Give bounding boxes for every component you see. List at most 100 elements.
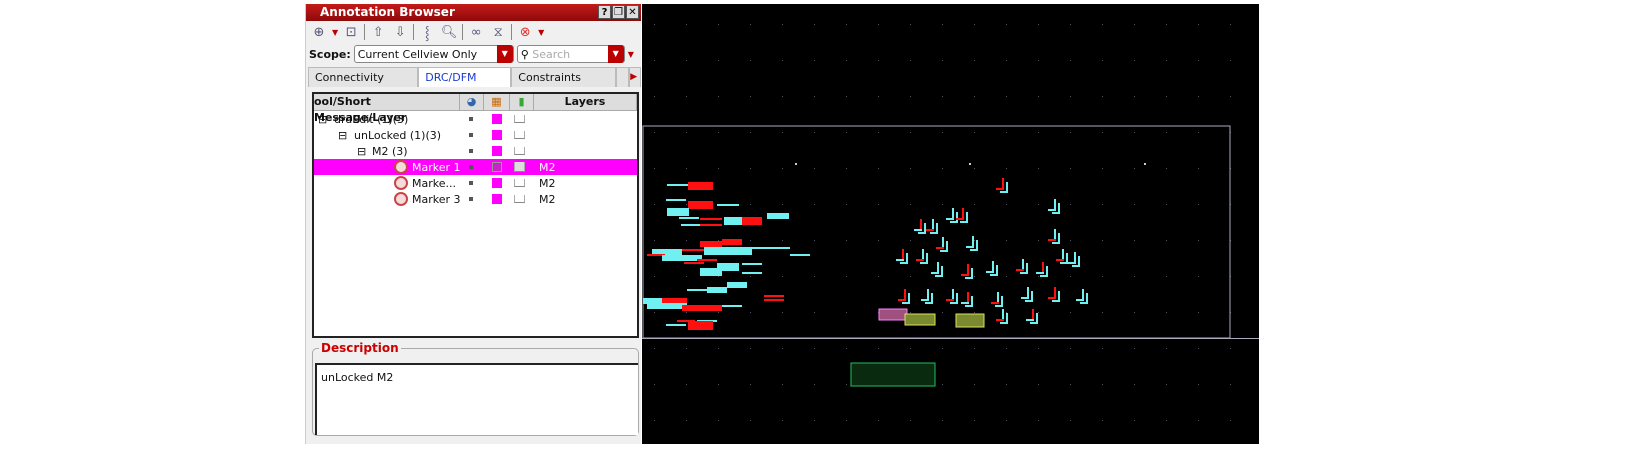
select-mode-icon[interactable]: ⊕ (310, 25, 328, 40)
search-input[interactable]: ⚲ Search ▼ (516, 45, 625, 63)
layout-view[interactable] (642, 4, 1259, 444)
via-shape (931, 272, 939, 274)
metal-shape (764, 299, 784, 301)
arrow-up-icon[interactable]: ⇧ (369, 25, 387, 40)
delete-icon[interactable]: ⊗ (516, 25, 534, 40)
via-shape (936, 223, 938, 233)
shape (718, 132, 719, 133)
chevron-down-icon[interactable]: ▼ (496, 45, 513, 63)
color-swatch[interactable] (492, 146, 502, 156)
metal-shape (700, 218, 722, 220)
shape (974, 276, 975, 277)
tree-row-marker-2[interactable]: Marke... M2 (314, 175, 637, 191)
marker-1-highlight (878, 308, 908, 321)
metal-shape (724, 217, 744, 225)
zoom-icon[interactable]: 🔍︎ (440, 25, 458, 40)
via-shape (908, 293, 910, 303)
color-select-icon[interactable]: ▦ (484, 94, 510, 110)
search-placeholder: Search (532, 47, 571, 61)
search-options-icon[interactable]: ▼ (628, 50, 634, 59)
collapse-icon[interactable]: ⊟ (338, 129, 347, 142)
shape (718, 60, 719, 61)
via-shape (1058, 291, 1060, 301)
shape (910, 168, 911, 169)
shape (1134, 24, 1135, 25)
via-shape (1058, 233, 1060, 243)
col-message[interactable]: ool/Short Message/Layer (314, 94, 460, 124)
shape (1166, 384, 1167, 385)
via-shape (1048, 297, 1056, 299)
shape (1070, 384, 1071, 385)
shape (846, 240, 847, 241)
shape (750, 132, 751, 133)
shape (750, 204, 751, 205)
shape (910, 204, 911, 205)
layout-canvas[interactable] (642, 4, 1259, 444)
collapse-icon[interactable]: ⊟ (357, 145, 366, 158)
metal-shape (667, 184, 689, 186)
help-button[interactable]: ? (598, 5, 611, 19)
shape (1198, 96, 1199, 97)
metal-shape (727, 282, 747, 288)
metal-shape (722, 239, 742, 245)
shape (1006, 60, 1007, 61)
shape (782, 60, 783, 61)
close-button[interactable]: ✕ (626, 5, 639, 19)
zoom-fit-icon[interactable]: ⊡ (342, 25, 360, 40)
shape (942, 384, 943, 385)
shape (782, 132, 783, 133)
dropdown-arrow-icon[interactable]: ▼ (332, 28, 338, 37)
via-shape (914, 229, 922, 231)
shape (814, 312, 815, 313)
shape (750, 60, 751, 61)
metal-shape (647, 303, 687, 309)
shape (1230, 384, 1231, 385)
metal-shape (700, 268, 722, 276)
chevron-down-icon[interactable]: ▼ (607, 45, 624, 63)
tab-drc-dfm[interactable]: DRC/DFM (3/3) (418, 67, 512, 103)
via-shape (1036, 313, 1038, 323)
shape (814, 168, 815, 169)
shape (654, 204, 655, 205)
tree-row-unlocked[interactable]: ⊟ unLocked (1)(3) (314, 127, 637, 143)
via-shape (931, 293, 933, 303)
color-swatch[interactable] (492, 114, 502, 124)
shape (814, 132, 815, 133)
tree-row-drdedit[interactable]: ⊟ drdEdit (1)(3) (314, 111, 637, 127)
layer-visibility-icon[interactable]: ▮ (510, 94, 534, 110)
shape (846, 276, 847, 277)
collapse-icon[interactable]: ⊟ (318, 113, 327, 126)
color-swatch[interactable] (492, 178, 502, 188)
scope-value: Current Cellview Only (357, 47, 478, 61)
color-swatch[interactable] (492, 130, 502, 140)
link-icon[interactable]: ∞ (467, 25, 485, 40)
metal-shape (742, 263, 762, 265)
tab-scroll-left[interactable] (615, 67, 630, 87)
float-button[interactable]: ❐ (612, 5, 625, 19)
unlink-icon[interactable]: ⧖ (489, 25, 507, 40)
probe-icon[interactable]: ⸾ (418, 23, 436, 41)
tree-row-marker-3[interactable]: Marker 3 M2 (314, 191, 637, 207)
tab-constraints[interactable]: Constraints (0/0) (511, 67, 616, 103)
tab-connectivity[interactable]: Connectivity (0/0) (308, 67, 419, 103)
arrow-down-icon[interactable]: ⇩ (391, 25, 409, 40)
visibility-eye-icon[interactable]: ◕ (460, 94, 484, 110)
via-shape (996, 188, 1004, 190)
annotation-tree: ool/Short Message/Layer ◕ ▦ ▮ Layers ⊟ dr… (312, 92, 639, 338)
scope-select[interactable]: Current Cellview Only ▼ (353, 45, 514, 63)
shape (782, 276, 783, 277)
color-swatch[interactable] (492, 194, 502, 204)
tree-row-m2[interactable]: ⊟ M2 (3) (314, 143, 637, 159)
col-layers[interactable]: Layers (534, 94, 637, 110)
tree-row-marker-1[interactable]: Marker 1 M2 (314, 159, 637, 175)
via-shape (1026, 319, 1034, 321)
tab-scroll-right-icon[interactable]: ▶ (629, 67, 641, 87)
color-swatch[interactable] (492, 162, 502, 172)
metal-shape (717, 204, 739, 206)
shape (1102, 420, 1103, 421)
shape (1070, 132, 1071, 133)
dropdown-arrow-icon[interactable]: ▼ (538, 28, 544, 37)
shape (1070, 348, 1071, 349)
shape (846, 384, 847, 385)
description-text[interactable]: unLocked M2 (315, 363, 638, 435)
